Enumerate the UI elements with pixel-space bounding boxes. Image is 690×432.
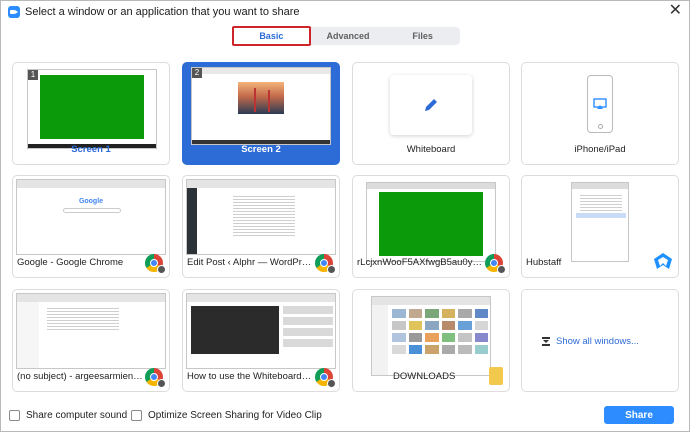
screen-number-badge: 2 bbox=[192, 68, 202, 78]
share-option-window-youtube[interactable]: How to use the Whiteboard in Zo... bbox=[182, 289, 340, 392]
share-screen-dialog: Select a window or an application that y… bbox=[0, 0, 690, 432]
show-all-windows-label: Show all windows... bbox=[556, 336, 639, 347]
folder-icon bbox=[489, 367, 503, 385]
share-tabs: Basic Advanced Files bbox=[232, 26, 460, 46]
screen-number-badge: 1 bbox=[28, 70, 38, 80]
expand-icon bbox=[542, 337, 550, 346]
share-option-window-gmail[interactable]: (no subject) - argeesarmiento@g... bbox=[12, 289, 170, 392]
airplay-icon bbox=[593, 98, 607, 109]
share-button[interactable]: Share bbox=[604, 406, 674, 424]
zoom-app-icon bbox=[8, 6, 20, 18]
hubstaff-window-thumbnail bbox=[571, 182, 629, 262]
wordpress-window-thumbnail bbox=[186, 179, 336, 255]
screen-1-thumbnail: 1 bbox=[27, 69, 157, 149]
youtube-window-thumbnail bbox=[186, 293, 336, 369]
share-option-window-google-chrome[interactable]: Google Google - Google Chrome bbox=[12, 175, 170, 278]
share-option-whiteboard[interactable]: Whiteboard bbox=[352, 62, 510, 165]
share-option-window-downloads[interactable]: DOWNLOADS bbox=[352, 289, 510, 392]
share-computer-sound-label: Share computer sound bbox=[26, 410, 128, 421]
dialog-footer: Share computer sound Optimize Screen Sha… bbox=[1, 405, 689, 429]
optimize-video-clip-label: Optimize Screen Sharing for Video Clip bbox=[148, 410, 322, 421]
gmail-window-thumbnail bbox=[16, 293, 166, 369]
downloads-window-thumbnail bbox=[371, 296, 491, 376]
dialog-title: Select a window or an application that y… bbox=[25, 6, 300, 18]
google-window-thumbnail: Google bbox=[16, 179, 166, 255]
image-window-thumbnail bbox=[366, 182, 496, 262]
share-option-screen-2[interactable]: 2 Screen 2 bbox=[182, 62, 340, 165]
google-logo: Google bbox=[78, 198, 104, 205]
window-count-badge bbox=[327, 379, 336, 388]
tab-files[interactable]: Files bbox=[385, 27, 460, 45]
card-label: Screen 1 bbox=[71, 144, 111, 155]
tab-basic[interactable]: Basic bbox=[232, 26, 311, 46]
window-count-badge bbox=[497, 265, 506, 274]
card-label: iPhone/iPad bbox=[574, 144, 626, 155]
title-bar: Select a window or an application that y… bbox=[1, 1, 689, 23]
close-icon[interactable]: ✕ bbox=[669, 3, 682, 19]
share-option-iphone-ipad[interactable]: iPhone/iPad bbox=[521, 62, 679, 165]
tab-advanced[interactable]: Advanced bbox=[311, 27, 386, 45]
phone-preview bbox=[587, 75, 613, 133]
share-option-show-all-windows[interactable]: Show all windows... bbox=[521, 289, 679, 392]
pen-icon bbox=[425, 99, 437, 111]
share-computer-sound-option[interactable]: Share computer sound bbox=[9, 410, 127, 421]
show-all-windows-link[interactable]: Show all windows... bbox=[542, 336, 639, 347]
share-option-window-wordpress[interactable]: Edit Post ‹ Alphr — WordPress - ... bbox=[182, 175, 340, 278]
whiteboard-preview bbox=[390, 75, 472, 135]
window-count-badge bbox=[157, 265, 166, 274]
card-label: Screen 2 bbox=[241, 144, 281, 155]
share-computer-sound-checkbox[interactable] bbox=[9, 410, 20, 421]
optimize-video-clip-checkbox[interactable] bbox=[131, 410, 142, 421]
card-label: Whiteboard bbox=[406, 144, 456, 155]
window-count-badge bbox=[157, 379, 166, 388]
card-label: DOWNLOADS bbox=[393, 371, 456, 382]
hubstaff-icon bbox=[654, 253, 672, 269]
bridge-photo bbox=[238, 82, 284, 114]
window-count-badge bbox=[327, 265, 336, 274]
share-option-screen-1[interactable]: 1 Screen 1 bbox=[12, 62, 170, 165]
share-option-window-image[interactable]: rLcjxnWooF5AXfwgB5au0yWEu8... bbox=[352, 175, 510, 278]
optimize-video-clip-option[interactable]: Optimize Screen Sharing for Video Clip bbox=[131, 410, 322, 421]
share-option-window-hubstaff[interactable]: Hubstaff bbox=[521, 175, 679, 278]
screen-2-thumbnail: 2 bbox=[191, 67, 331, 145]
